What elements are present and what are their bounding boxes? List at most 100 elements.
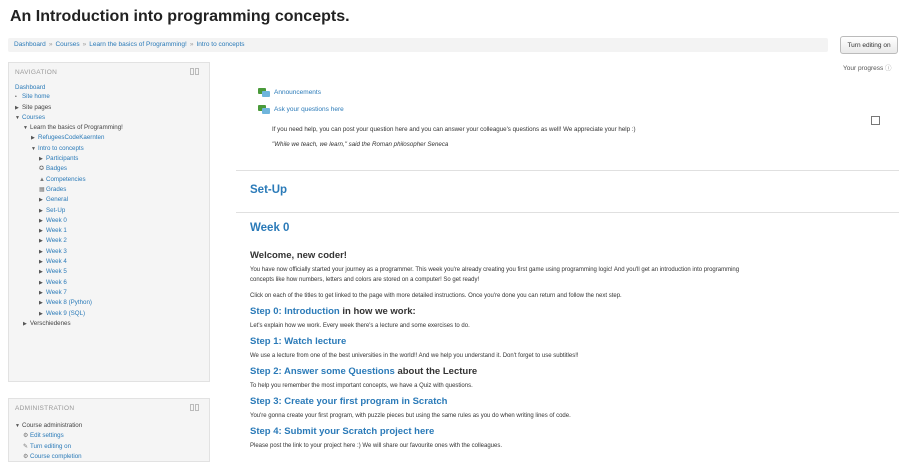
pencil-icon: ✎	[23, 443, 29, 450]
admin-course-administration[interactable]: ▼ Course administration	[9, 421, 209, 431]
chevron-right-icon: ▶	[39, 228, 43, 235]
chevron-right-icon: ▶	[39, 217, 43, 224]
forum-icon	[258, 88, 270, 97]
breadcrumb-course[interactable]: Learn the basics of Programming!	[89, 41, 187, 48]
nav-grades[interactable]: ▦Grades	[9, 185, 209, 195]
section-divider	[236, 170, 899, 171]
nav-course-learn-basics[interactable]: ▼ Learn the basics of Programming!	[9, 123, 209, 133]
ask-questions-link[interactable]: Ask your questions here	[258, 105, 344, 114]
nav-participants[interactable]: ▶ Participants	[9, 154, 209, 164]
breadcrumb-dashboard[interactable]: Dashboard	[14, 41, 46, 48]
bullet-icon: •	[15, 94, 17, 101]
navigation-tree: Dashboard • Site home ▶ Site pages ▼ Course…	[9, 83, 209, 329]
step-0-link[interactable]: Step 0: Introduction	[250, 306, 340, 317]
step-3-desc: You're gonna create your first program, …	[250, 413, 571, 419]
step-1-heading: Step 1: Watch lecture	[250, 336, 346, 347]
nav-week-6[interactable]: ▶ Week 6	[9, 278, 209, 288]
nav-courses[interactable]: ▼ Courses	[9, 113, 209, 123]
nav-week-8[interactable]: ▶ Week 8 (Python)	[9, 298, 209, 308]
chevron-right-icon: ▶	[15, 104, 19, 111]
nav-week-5[interactable]: ▶ Week 5	[9, 267, 209, 277]
admin-edit-settings[interactable]: ⚙ Edit settings	[9, 431, 209, 441]
step-3-heading: Step 3: Create your first program in Scr…	[250, 396, 447, 407]
nav-badges[interactable]: ✪ Badges	[9, 164, 209, 174]
administration-block: ADMINISTRATION ▼ Course administration ⚙ E…	[8, 398, 210, 462]
nav-week-0[interactable]: ▶ Week 0	[9, 216, 209, 226]
step-2-desc: To help you remember the most important …	[250, 383, 473, 389]
grades-icon: ▦	[39, 186, 45, 193]
nav-site-pages[interactable]: ▶ Site pages	[9, 103, 209, 113]
administration-title: ADMINISTRATION	[15, 405, 75, 412]
nav-general[interactable]: ▶ General	[9, 195, 209, 205]
step-0-heading: Step 0: Introduction in how we work:	[250, 306, 416, 317]
chevron-right-icon: ▶	[39, 259, 43, 266]
navigation-block-header: NAVIGATION	[9, 63, 209, 83]
announcements-link[interactable]: Announcements	[258, 88, 321, 97]
chevron-down-icon: ▼	[31, 145, 36, 152]
step-1-link[interactable]: Step 1: Watch lecture	[250, 336, 346, 347]
completion-checkbox[interactable]	[871, 116, 880, 125]
chevron-right-icon: ▶	[23, 320, 27, 327]
nav-competencies[interactable]: ▲Competencies	[9, 175, 209, 185]
welcome-heading: Welcome, new coder!	[250, 250, 347, 261]
section-divider	[236, 212, 899, 213]
intro-line-2: concepts like how numbers, letters and c…	[250, 277, 480, 283]
chevron-right-icon: ▶	[39, 279, 43, 286]
intro-line-1: You have now officially started your jou…	[250, 267, 740, 273]
nav-course-intro[interactable]: ▼ Intro to concepts	[9, 144, 209, 154]
nav-week-4[interactable]: ▶ Week 4	[9, 257, 209, 267]
breadcrumb-separator: »	[82, 41, 87, 48]
nav-dashboard[interactable]: Dashboard	[9, 83, 209, 92]
step-2-link[interactable]: Step 2: Answer some Questions	[250, 366, 395, 377]
breadcrumb-separator: »	[189, 41, 194, 48]
chevron-right-icon: ▶	[39, 238, 43, 245]
chevron-right-icon: ▶	[39, 207, 43, 214]
turn-editing-on-button[interactable]: Turn editing on	[840, 36, 898, 54]
help-text: If you need help, you can post your ques…	[272, 126, 636, 133]
nav-week-1[interactable]: ▶ Week 1	[9, 226, 209, 236]
section-title-setup[interactable]: Set-Up	[250, 184, 287, 196]
step-3-link[interactable]: Step 3: Create your first program in Scr…	[250, 396, 447, 407]
step-2-heading: Step 2: Answer some Questions about the …	[250, 366, 477, 377]
dock-block-icon[interactable]	[190, 404, 199, 411]
admin-course-completion[interactable]: ⚙ Course completion	[9, 452, 209, 462]
forum-icon	[258, 105, 270, 114]
competencies-icon: ▲	[39, 176, 45, 183]
nav-week-3[interactable]: ▶ Week 3	[9, 247, 209, 257]
nav-setup[interactable]: ▶ Set-Up	[9, 206, 209, 216]
chevron-right-icon: ▶	[39, 289, 43, 296]
breadcrumb-courses[interactable]: Courses	[55, 41, 79, 48]
step-1-desc: We use a lecture from one of the best un…	[250, 353, 579, 359]
breadcrumb-separator: »	[48, 41, 53, 48]
step-0-rest: in how we work:	[339, 306, 416, 317]
dock-block-icon[interactable]	[190, 68, 199, 75]
admin-turn-editing-on[interactable]: ✎ Turn editing on	[9, 442, 209, 452]
chevron-right-icon: ▶	[31, 135, 35, 142]
badge-icon: ✪	[39, 166, 45, 173]
administration-tree: ▼ Course administration ⚙ Edit settings ✎ T…	[9, 421, 209, 462]
chevron-right-icon: ▶	[39, 269, 43, 276]
nav-week-9[interactable]: ▶ Week 9 (SQL)	[9, 309, 209, 319]
breadcrumb-intro[interactable]: Intro to concepts	[196, 41, 244, 48]
nav-verschiedenes[interactable]: ▶ Verschiedenes	[9, 319, 209, 329]
step-4-link[interactable]: Step 4: Submit your Scratch project here	[250, 426, 434, 437]
navigation-title: NAVIGATION	[15, 69, 58, 76]
chevron-right-icon: ▶	[39, 310, 43, 317]
click-instructions: Click on each of the titles to get linke…	[250, 293, 622, 299]
section-title-week0[interactable]: Week 0	[250, 222, 289, 234]
seneca-quote: "While we teach, we learn," said the Rom…	[272, 141, 449, 148]
nav-week-2[interactable]: ▶ Week 2	[9, 236, 209, 246]
chevron-right-icon: ▶	[39, 300, 43, 307]
step-0-desc: Let's explain how we work. Every week th…	[250, 323, 470, 329]
nav-course-refugees[interactable]: ▶ RefugeesCodeKaernten	[9, 133, 209, 143]
gear-icon: ⚙	[23, 453, 29, 460]
breadcrumb: Dashboard» Courses» Learn the basics of Pr…	[8, 38, 828, 52]
page-title: An Introduction into programming concept…	[10, 8, 350, 25]
chevron-right-icon: ▶	[39, 197, 43, 204]
nav-week-7[interactable]: ▶ Week 7	[9, 288, 209, 298]
main-content: Announcements Ask your questions here If…	[228, 62, 899, 462]
administration-block-header: ADMINISTRATION	[9, 399, 209, 419]
nav-site-home[interactable]: • Site home	[9, 92, 209, 102]
step-4-desc: Please post the link to your project her…	[250, 443, 503, 449]
section-general: Announcements Ask your questions here If…	[228, 72, 899, 172]
